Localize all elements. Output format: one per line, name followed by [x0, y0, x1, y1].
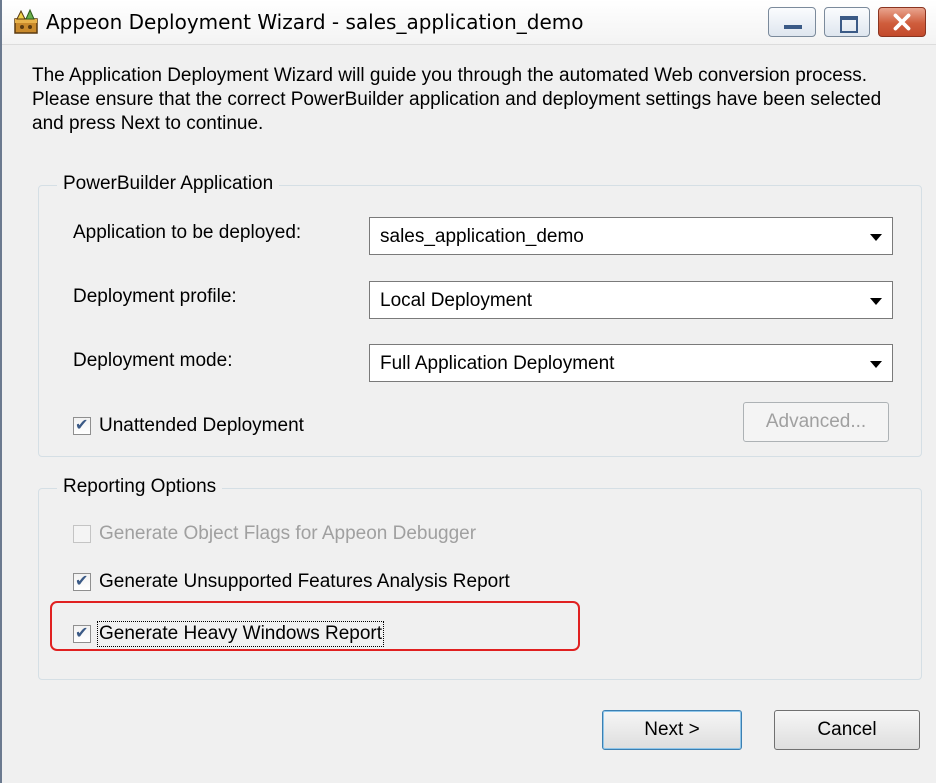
group-label-reporting: Reporting Options [57, 476, 223, 498]
title-bar[interactable]: Appeon Deployment Wizard - sales_applica… [2, 0, 936, 45]
maximize-button[interactable] [824, 7, 870, 37]
unattended-deployment-checkbox[interactable]: Unattended Deployment [73, 415, 304, 437]
profile-value: Local Deployment [380, 290, 533, 311]
unsupported-features-label: Generate Unsupported Features Analysis R… [99, 571, 510, 592]
advanced-button[interactable]: Advanced... [743, 402, 889, 442]
powerbuilder-application-group: PowerBuilder Application Application to … [38, 173, 922, 457]
minimize-button[interactable] [768, 7, 816, 37]
mode-label: Deployment mode: [73, 350, 233, 371]
maximize-icon [840, 16, 858, 33]
mode-value: Full Application Deployment [380, 353, 615, 374]
reporting-options-group: Reporting Options Generate Object Flags … [38, 476, 922, 680]
checkbox-box[interactable] [73, 525, 91, 543]
chevron-down-icon [870, 298, 882, 305]
object-flags-label: Generate Object Flags for Appeon Debugge… [99, 523, 477, 544]
group-label-powerbuilder: PowerBuilder Application [57, 173, 280, 195]
close-button[interactable] [878, 7, 926, 37]
application-value: sales_application_demo [380, 226, 584, 247]
object-flags-checkbox[interactable]: Generate Object Flags for Appeon Debugge… [73, 523, 476, 545]
application-label: Application to be deployed: [73, 222, 302, 243]
minimize-icon [784, 25, 802, 29]
window-title: Appeon Deployment Wizard - sales_applica… [46, 10, 584, 34]
checkbox-box[interactable] [73, 571, 91, 591]
checkbox-box[interactable] [73, 415, 91, 435]
cancel-button[interactable]: Cancel [774, 710, 920, 750]
highlight-annotation [50, 601, 580, 651]
profile-select[interactable]: Local Deployment [369, 281, 893, 319]
unattended-deployment-label: Unattended Deployment [99, 415, 304, 436]
unsupported-features-checkbox[interactable]: Generate Unsupported Features Analysis R… [73, 571, 510, 593]
profile-label: Deployment profile: [73, 286, 237, 307]
close-icon [893, 13, 911, 31]
wizard-window: Appeon Deployment Wizard - sales_applica… [0, 0, 936, 783]
appeon-wizard-icon [14, 8, 38, 34]
intro-text: The Application Deployment Wizard will g… [32, 65, 882, 134]
chevron-down-icon [870, 234, 882, 241]
next-button[interactable]: Next > [602, 710, 742, 750]
mode-select[interactable]: Full Application Deployment [369, 344, 893, 382]
chevron-down-icon [870, 361, 882, 368]
application-select[interactable]: sales_application_demo [369, 217, 893, 255]
